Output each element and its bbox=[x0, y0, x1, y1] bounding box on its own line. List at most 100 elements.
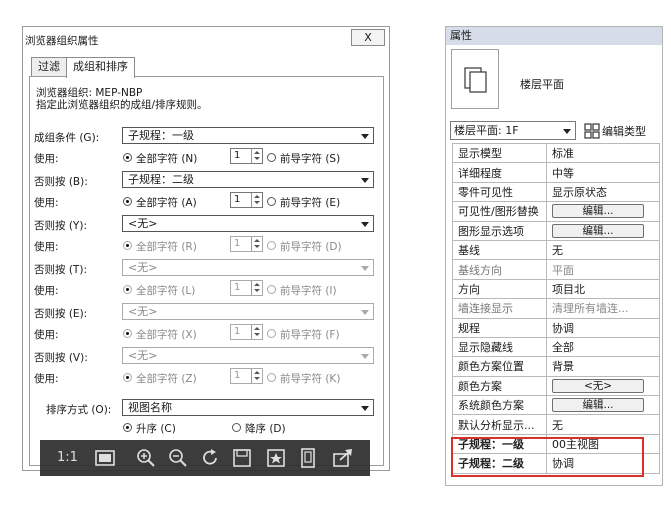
usage-label: 使用: bbox=[34, 329, 59, 341]
usage-label: 使用: bbox=[34, 153, 59, 165]
edit-type-button[interactable]: 编辑类型 bbox=[602, 123, 646, 139]
table-row: 方向 项目北 bbox=[452, 278, 660, 300]
zoom-in-icon[interactable] bbox=[136, 448, 156, 468]
table-row: 图形显示选项 编辑... bbox=[452, 220, 660, 241]
share-icon[interactable] bbox=[332, 448, 354, 468]
spin-arrows-icon[interactable] bbox=[251, 237, 262, 251]
then-by-combo[interactable]: <无> bbox=[122, 347, 374, 364]
leading-chars-radio[interactable] bbox=[267, 241, 276, 250]
image-viewer-toolbar: 1:1 bbox=[40, 440, 370, 476]
property-name: 颜色方案 bbox=[452, 375, 547, 397]
stepper-value: 1 bbox=[234, 326, 241, 337]
group-by-label: 成组条件 (G): bbox=[34, 132, 100, 144]
property-name: 基线方向 bbox=[452, 259, 547, 280]
close-button[interactable]: X bbox=[351, 29, 385, 46]
edit-button[interactable]: 编辑... bbox=[552, 223, 644, 238]
property-name: 显示隐藏线 bbox=[452, 336, 547, 358]
spin-arrows-icon[interactable] bbox=[251, 149, 262, 163]
leading-chars-radio[interactable] bbox=[267, 197, 276, 206]
property-name: 系统颜色方案 bbox=[452, 395, 547, 416]
all-chars-radio[interactable] bbox=[123, 153, 132, 162]
chevron-down-icon bbox=[361, 266, 369, 271]
properties-palette: 属性 楼层平面 楼层平面: 1F 编辑类型 显示模型 标准 详细程度 中等 零件可见… bbox=[445, 26, 663, 486]
properties-header: 属性 bbox=[446, 27, 662, 45]
all-chars-radio[interactable] bbox=[123, 373, 132, 382]
edit-button[interactable]: 编辑... bbox=[552, 204, 644, 219]
tab-panel: 浏览器组织: MEP-NBP 指定此浏览器组织的成组/排序规则。 成组条件 (G… bbox=[29, 76, 384, 466]
highlight-box bbox=[451, 437, 644, 477]
leading-count-stepper[interactable]: 1 bbox=[230, 368, 263, 384]
ascending-label: 升序 (C) bbox=[136, 423, 176, 435]
property-value[interactable]: 无 bbox=[546, 239, 660, 261]
property-value-cell: <无> bbox=[546, 375, 660, 397]
all-chars-radio[interactable] bbox=[123, 329, 132, 338]
rotate-icon[interactable] bbox=[200, 448, 222, 468]
ascending-radio[interactable] bbox=[123, 423, 132, 432]
descending-radio[interactable] bbox=[232, 423, 241, 432]
chevron-down-icon bbox=[361, 310, 369, 315]
usage-label: 使用: bbox=[34, 241, 59, 253]
then-by-label: 否则按 (T): bbox=[34, 264, 87, 276]
sort-by-value: 视图名称 bbox=[128, 401, 172, 414]
property-value-cell: 编辑... bbox=[546, 220, 660, 241]
table-row: 默认分析显示... 无 bbox=[452, 414, 660, 435]
leading-count-stepper[interactable]: 1 bbox=[230, 324, 263, 340]
property-value-cell: 编辑... bbox=[546, 395, 660, 416]
spin-arrows-icon[interactable] bbox=[251, 193, 262, 207]
leading-count-stepper[interactable]: 1 bbox=[230, 280, 263, 296]
view-instance-selector[interactable]: 楼层平面: 1F bbox=[450, 121, 576, 140]
all-chars-radio[interactable] bbox=[123, 197, 132, 206]
property-value[interactable]: 协调 bbox=[546, 317, 660, 338]
table-row: 详细程度 中等 bbox=[452, 162, 660, 183]
edit-button[interactable]: 编辑... bbox=[552, 398, 644, 413]
spin-arrows-icon[interactable] bbox=[251, 325, 262, 339]
property-value[interactable]: 全部 bbox=[546, 336, 660, 358]
bookmark-icon[interactable] bbox=[266, 448, 286, 468]
group-by-value: 子规程：一级 bbox=[128, 129, 194, 142]
stepper-value: 1 bbox=[234, 370, 241, 381]
then-by-combo[interactable]: <无> bbox=[122, 215, 374, 232]
property-value[interactable]: 标准 bbox=[546, 142, 660, 164]
property-value[interactable]: 背景 bbox=[546, 356, 660, 377]
leading-chars-radio[interactable] bbox=[267, 153, 276, 162]
property-value-cell: 编辑... bbox=[546, 201, 660, 222]
property-value[interactable]: 无 bbox=[546, 414, 660, 435]
then-by-combo[interactable]: <无> bbox=[122, 259, 374, 276]
then-by-label: 否则按 (B): bbox=[34, 176, 88, 188]
spin-arrows-icon[interactable] bbox=[251, 281, 262, 295]
color-scheme-button[interactable]: <无> bbox=[552, 378, 644, 393]
stepper-value: 1 bbox=[234, 194, 241, 205]
tab-filter[interactable]: 过滤 bbox=[31, 57, 67, 77]
stepper-value: 1 bbox=[234, 238, 241, 249]
leading-chars-radio[interactable] bbox=[267, 329, 276, 338]
tab-grouping-sorting[interactable]: 成组和排序 bbox=[66, 57, 135, 78]
leading-chars-radio[interactable] bbox=[267, 285, 276, 294]
fit-icon[interactable] bbox=[94, 448, 116, 468]
all-chars-radio[interactable] bbox=[123, 241, 132, 250]
group-by-combo[interactable]: 子规程：一级 bbox=[122, 127, 374, 144]
sort-by-combo[interactable]: 视图名称 bbox=[122, 399, 374, 416]
chevron-down-icon bbox=[361, 222, 369, 227]
leading-chars-label: 前导字符 (I) bbox=[280, 285, 337, 297]
leading-chars-label: 前导字符 (K) bbox=[280, 373, 341, 385]
leading-count-stepper[interactable]: 1 bbox=[230, 192, 263, 208]
table-row: 规程 协调 bbox=[452, 317, 660, 338]
fullscreen-icon[interactable] bbox=[298, 448, 318, 468]
leading-chars-radio[interactable] bbox=[267, 373, 276, 382]
property-value[interactable]: 显示原状态 bbox=[546, 181, 660, 203]
leading-count-stepper[interactable]: 1 bbox=[230, 148, 263, 164]
type-preview bbox=[451, 49, 499, 109]
save-icon[interactable] bbox=[232, 448, 252, 468]
edit-type-icon[interactable] bbox=[584, 123, 600, 139]
property-value[interactable]: 中等 bbox=[546, 162, 660, 183]
zoom-out-icon[interactable] bbox=[168, 448, 188, 468]
usage-label: 使用: bbox=[34, 285, 59, 297]
all-chars-radio[interactable] bbox=[123, 285, 132, 294]
then-by-value: <无> bbox=[128, 349, 158, 362]
property-value[interactable]: 项目北 bbox=[546, 278, 660, 300]
leading-count-stepper[interactable]: 1 bbox=[230, 236, 263, 252]
then-by-label: 否则按 (E): bbox=[34, 308, 88, 320]
spin-arrows-icon[interactable] bbox=[251, 369, 262, 383]
then-by-combo[interactable]: <无> bbox=[122, 303, 374, 320]
then-by-combo[interactable]: 子规程：二级 bbox=[122, 171, 374, 188]
